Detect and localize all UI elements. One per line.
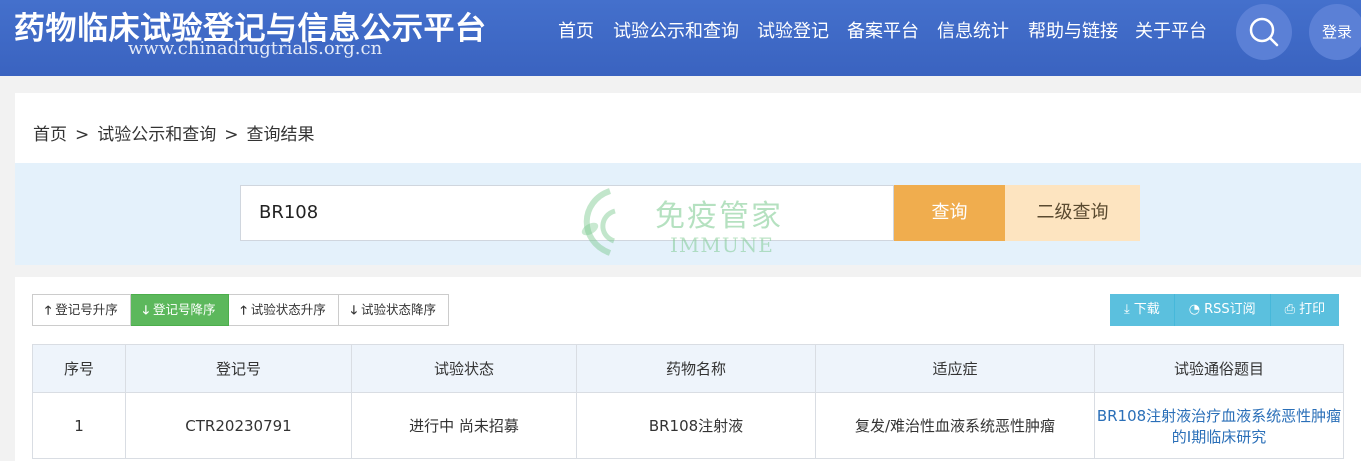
search-button[interactable] [1236, 4, 1292, 60]
print-icon: ⎙ [1284, 302, 1296, 317]
site-header: 药物临床试验登记与信息公示平台 www.chinadrugtrials.org.… [0, 0, 1361, 76]
breadcrumb-panel: 首页 > 试验公示和查询 > 查询结果 [15, 93, 1361, 163]
column-header: 序号 [32, 344, 126, 393]
cell-reg-number: CTR20230791 [125, 392, 352, 459]
breadcrumb-separator: > [224, 125, 239, 145]
download-icon: ⤓ [1124, 302, 1130, 317]
table-row: 1 CTR20230791 进行中 尚未招募 BR108注射液 复发/难治性血液… [32, 392, 1344, 459]
nav-item-filing[interactable]: 备案平台 [847, 18, 919, 46]
results-panel: 🡑 登记号升序 🡓 登记号降序 🡑 试验状态升序 🡓 试验状态降序 ⤓ 下载 ◔ RSS订阅… [15, 277, 1361, 461]
arrow-down-icon: 🡓 [142, 303, 150, 317]
breadcrumb-current: 查询结果 [246, 125, 315, 145]
sort-status-desc-button[interactable]: 🡓 试验状态降序 [338, 294, 450, 326]
nav-item-help[interactable]: 帮助与链接 [1028, 18, 1118, 46]
rss-label: RSS订阅 [1204, 302, 1256, 317]
column-header: 试验通俗题目 [1094, 344, 1344, 393]
arrow-down-icon: 🡓 [350, 303, 358, 317]
arrow-up-icon: 🡑 [240, 303, 247, 317]
sort-regno-desc-button[interactable]: 🡓 登记号降序 [130, 294, 229, 326]
column-header: 药物名称 [576, 344, 816, 393]
tool-button-group: ⤓ 下载 ◔ RSS订阅 ⎙ 打印 [1110, 294, 1340, 326]
search-input[interactable]: BR108 [240, 185, 894, 241]
print-label: 打印 [1299, 302, 1326, 317]
column-header: 登记号 [125, 344, 352, 393]
sort-regno-asc-button[interactable]: 🡑 登记号升序 [32, 294, 131, 326]
sort-label: 试验状态升序 [250, 302, 326, 317]
cell-drug-name: BR108注射液 [576, 392, 816, 459]
sort-label: 试验状态降序 [361, 302, 437, 317]
advanced-query-button[interactable]: 二级查询 [1005, 185, 1140, 241]
table-header-row: 序号 登记号 试验状态 药物名称 适应症 试验通俗题目 [32, 344, 1344, 393]
column-header: 适应症 [815, 344, 1095, 393]
sort-label: 登记号升序 [55, 302, 118, 317]
breadcrumb: 首页 > 试验公示和查询 > 查询结果 [33, 120, 315, 145]
nav-item-trial-search[interactable]: 试验公示和查询 [613, 18, 739, 46]
breadcrumb-home[interactable]: 首页 [33, 125, 67, 145]
search-band: BR108 查询 二级查询 免疫管家 IMMUNE [15, 163, 1361, 265]
arrow-up-icon: 🡑 [45, 303, 52, 317]
rss-icon: ◔ [1188, 302, 1201, 317]
sort-label: 登记号降序 [153, 302, 216, 317]
login-button[interactable]: 登录 [1309, 4, 1361, 60]
breadcrumb-separator: > [75, 125, 90, 145]
breadcrumb-trial-search[interactable]: 试验公示和查询 [97, 125, 216, 145]
trial-title-link[interactable]: BR108注射液治疗血液系统恶性肿瘤的I期临床研究 [1097, 407, 1341, 446]
download-label: 下载 [1133, 302, 1160, 317]
cell-status: 进行中 尚未招募 [351, 392, 577, 459]
cell-index: 1 [32, 392, 126, 459]
download-button[interactable]: ⤓ 下载 [1110, 294, 1175, 326]
print-button[interactable]: ⎙ 打印 [1270, 294, 1340, 326]
cell-title: BR108注射液治疗血液系统恶性肿瘤的I期临床研究 [1094, 392, 1344, 459]
nav-item-about[interactable]: 关于平台 [1135, 18, 1207, 46]
sort-button-group: 🡑 登记号升序 🡓 登记号降序 🡑 试验状态升序 🡓 试验状态降序 [32, 294, 450, 326]
sort-status-asc-button[interactable]: 🡑 试验状态升序 [228, 294, 339, 326]
nav-item-statistics[interactable]: 信息统计 [937, 18, 1009, 46]
nav-item-registration[interactable]: 试验登记 [757, 18, 829, 46]
column-header: 试验状态 [351, 344, 577, 393]
cell-indication: 复发/难治性血液系统恶性肿瘤 [815, 392, 1095, 459]
login-label: 登录 [1321, 23, 1352, 41]
nav-item-home[interactable]: 首页 [558, 18, 594, 46]
query-button[interactable]: 查询 [894, 185, 1005, 241]
rss-button[interactable]: ◔ RSS订阅 [1174, 294, 1271, 326]
site-url: www.chinadrugtrials.org.cn [128, 38, 383, 59]
results-table: 序号 登记号 试验状态 药物名称 适应症 试验通俗题目 1 CTR2023079… [32, 344, 1344, 459]
search-icon [1249, 17, 1279, 47]
